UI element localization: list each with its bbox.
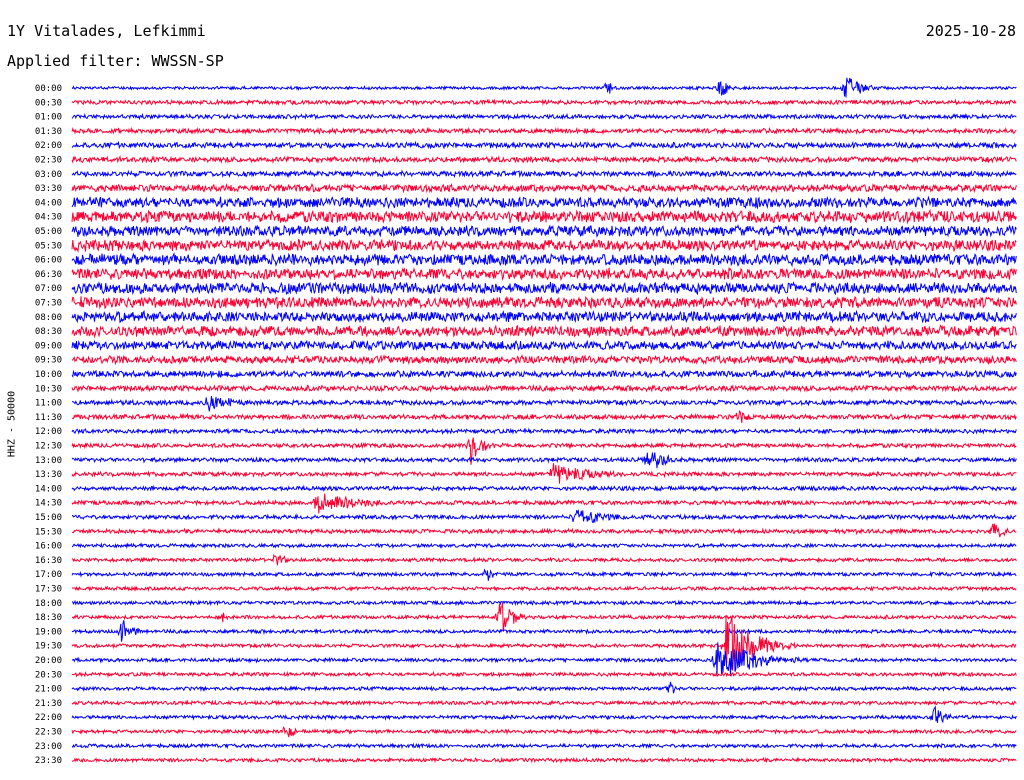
trace-row	[71, 705, 1017, 724]
row-time-label: 06:00	[35, 256, 62, 266]
trace-row	[71, 699, 1017, 707]
trace-row	[71, 602, 1017, 632]
trace-row	[71, 568, 1017, 581]
trace-row	[71, 238, 1017, 253]
row-time-label: 03:00	[35, 170, 62, 180]
trace-row	[71, 369, 1017, 379]
row-time-label: 19:30	[35, 642, 62, 652]
trace-row	[72, 509, 1017, 524]
trace-row	[71, 395, 1017, 412]
row-time-label: 22:00	[35, 713, 62, 723]
trace-row	[71, 463, 1017, 484]
trace-row	[71, 452, 1017, 469]
row-time-label: 03:30	[35, 184, 62, 194]
row-time-label: 09:00	[35, 341, 62, 351]
row-time-label: 23:30	[35, 756, 62, 766]
trace-row	[71, 126, 1017, 136]
row-time-label: 14:30	[35, 499, 62, 509]
trace-row	[71, 140, 1017, 150]
trace-row	[71, 484, 1017, 493]
row-time-label: 16:00	[35, 542, 62, 552]
trace-row	[71, 294, 1017, 310]
row-time-label: 00:30	[35, 98, 62, 108]
row-time-label: 21:00	[35, 685, 62, 695]
row-time-label: 12:30	[35, 442, 62, 452]
row-time-label: 09:30	[35, 356, 62, 366]
row-time-label: 11:30	[35, 413, 62, 423]
trace-row	[71, 354, 1017, 366]
row-time-label: 20:30	[35, 670, 62, 680]
trace-row	[71, 339, 1017, 352]
row-time-label: 17:00	[35, 570, 62, 580]
trace-row	[71, 155, 1017, 165]
row-time-label: 10:00	[35, 370, 62, 380]
trace-row	[71, 324, 1017, 339]
trace-row	[72, 599, 1017, 607]
trace-row	[71, 182, 1017, 194]
row-time-label: 05:30	[35, 241, 62, 251]
row-time-label: 05:00	[35, 227, 62, 237]
row-time-label: 07:30	[35, 299, 62, 309]
trace-row	[71, 642, 1017, 677]
trace-row	[71, 169, 1017, 179]
row-time-label: 17:30	[35, 585, 62, 595]
trace-row	[71, 756, 1017, 764]
row-time-label: 23:00	[35, 742, 62, 752]
row-time-label: 08:00	[35, 313, 62, 323]
trace-row	[71, 553, 1017, 566]
row-time-label: 21:30	[35, 699, 62, 709]
trace-row	[71, 309, 1017, 324]
row-time-label: 22:30	[35, 728, 62, 738]
trace-row	[71, 195, 1017, 210]
row-time-label: 19:00	[35, 627, 62, 637]
trace-row	[71, 616, 1017, 671]
row-time-label: 02:30	[35, 156, 62, 166]
row-time-label: 20:00	[35, 656, 62, 666]
row-time-label: 11:00	[35, 399, 62, 409]
row-time-label: 04:30	[35, 213, 62, 223]
trace-row	[71, 585, 1017, 593]
row-time-label: 00:00	[35, 84, 62, 94]
trace-row	[71, 410, 1017, 423]
row-time-labels: 00:00 00:30 01:00 01:30 02:00 02:30 03:00 03:30…	[35, 84, 62, 766]
trace-row	[71, 280, 1017, 296]
trace-row	[71, 620, 1017, 642]
row-time-label: 01:30	[35, 127, 62, 137]
row-time-label: 08:30	[35, 327, 62, 337]
trace-row	[71, 493, 1017, 514]
trace-row	[71, 726, 1017, 738]
trace-row	[71, 542, 1017, 550]
trace-row	[71, 98, 1017, 107]
row-time-label: 13:30	[35, 470, 62, 480]
seismogram-traces	[71, 77, 1017, 764]
trace-row	[71, 224, 1017, 238]
row-time-label: 15:30	[35, 527, 62, 537]
row-time-label: 12:00	[35, 427, 62, 437]
row-time-label: 15:00	[35, 513, 62, 523]
row-time-label: 13:00	[35, 456, 62, 466]
row-time-label: 04:00	[35, 198, 62, 208]
row-time-label: 10:30	[35, 384, 62, 394]
trace-row	[71, 383, 1017, 393]
row-time-label: 02:00	[35, 141, 62, 151]
trace-row	[71, 77, 1017, 98]
row-time-label: 16:30	[35, 556, 62, 566]
trace-row	[71, 252, 1017, 268]
trace-row	[71, 208, 1017, 225]
trace-row	[71, 670, 1017, 679]
row-time-label: 01:00	[35, 113, 62, 123]
helicorder-plot: 00:00 00:30 01:00 01:30 02:00 02:30 03:00 03:30…	[35, 77, 1017, 766]
trace-row	[71, 267, 1017, 282]
trace-row	[71, 681, 1017, 694]
trace-row	[71, 742, 1017, 750]
trace-row	[72, 523, 1017, 538]
row-time-label: 06:30	[35, 270, 62, 280]
row-time-label: 07:00	[35, 284, 62, 294]
row-time-label: 18:00	[35, 599, 62, 609]
row-time-label: 14:00	[35, 484, 62, 494]
row-time-label: 18:30	[35, 613, 62, 623]
trace-row	[71, 112, 1017, 121]
trace-row	[71, 427, 1017, 436]
